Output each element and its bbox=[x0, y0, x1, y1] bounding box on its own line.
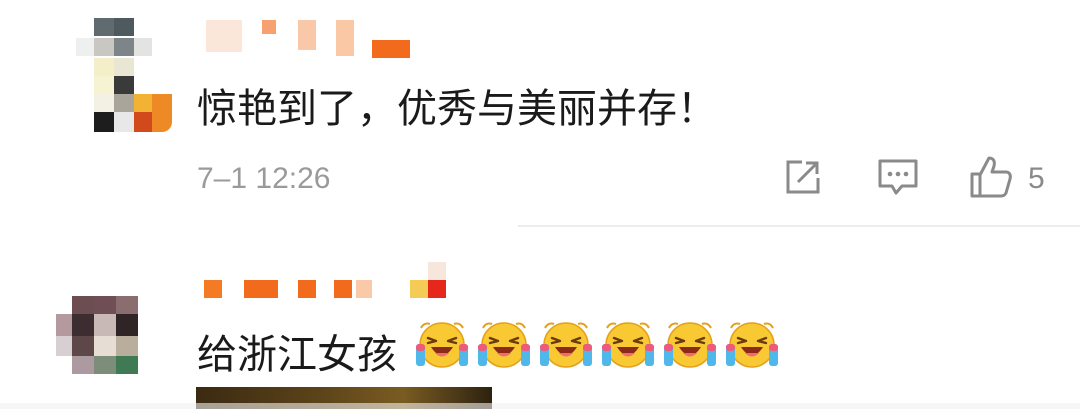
like-count: 5 bbox=[1028, 162, 1045, 195]
comment-text: 惊艳到了，优秀与美丽并存！ bbox=[197, 86, 717, 132]
laughing-crying-emoji bbox=[538, 316, 594, 372]
share-icon[interactable] bbox=[782, 156, 824, 202]
laughing-crying-emoji bbox=[724, 316, 780, 372]
laughing-crying-emoji bbox=[662, 316, 718, 372]
divider bbox=[518, 225, 1080, 227]
laughing-crying-emoji bbox=[414, 316, 470, 372]
laughing-crying-emoji bbox=[600, 316, 656, 372]
comment-icon[interactable] bbox=[876, 156, 920, 202]
bottom-edge bbox=[0, 403, 1080, 409]
laughing-crying-emoji bbox=[476, 316, 532, 372]
thumbs-up-icon[interactable] bbox=[968, 154, 1014, 204]
comment-text: 给浙江女孩 bbox=[197, 332, 397, 378]
avatar[interactable] bbox=[76, 18, 172, 132]
comment-timestamp: 7–1 12:26 bbox=[197, 162, 331, 195]
avatar[interactable] bbox=[56, 296, 152, 374]
